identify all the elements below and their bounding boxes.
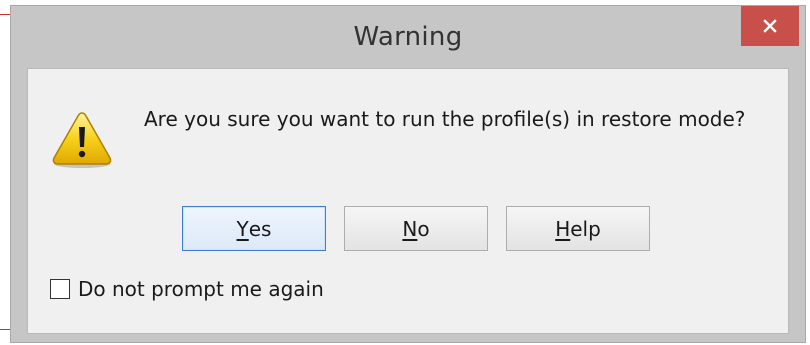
yes-button[interactable]: Yes <box>182 206 326 251</box>
do-not-prompt-checkbox[interactable] <box>50 279 70 299</box>
yes-button-accelerator: Y <box>236 216 249 241</box>
page: Warning Are you sure you want to run the… <box>0 0 810 345</box>
do-not-prompt-option[interactable]: Do not prompt me again <box>50 277 324 301</box>
no-button[interactable]: No <box>344 206 488 251</box>
help-button-accelerator: H <box>555 216 571 241</box>
warning-icon <box>52 112 112 168</box>
no-button-label: o <box>417 216 430 241</box>
help-button[interactable]: Help <box>506 206 650 251</box>
yes-button-label: es <box>248 216 272 241</box>
close-button[interactable] <box>741 6 799 46</box>
dialog-title: Warning <box>353 22 463 52</box>
dialog-content: Are you sure you want to run the profile… <box>27 68 789 334</box>
no-button-accelerator: N <box>402 216 418 241</box>
close-icon <box>763 19 777 33</box>
confirmation-message: Are you sure you want to run the profile… <box>144 107 746 131</box>
title-bar[interactable]: Warning <box>11 6 805 67</box>
do-not-prompt-label: Do not prompt me again <box>78 277 324 301</box>
warning-dialog: Warning Are you sure you want to run the… <box>10 5 806 343</box>
help-button-label: elp <box>570 216 601 241</box>
